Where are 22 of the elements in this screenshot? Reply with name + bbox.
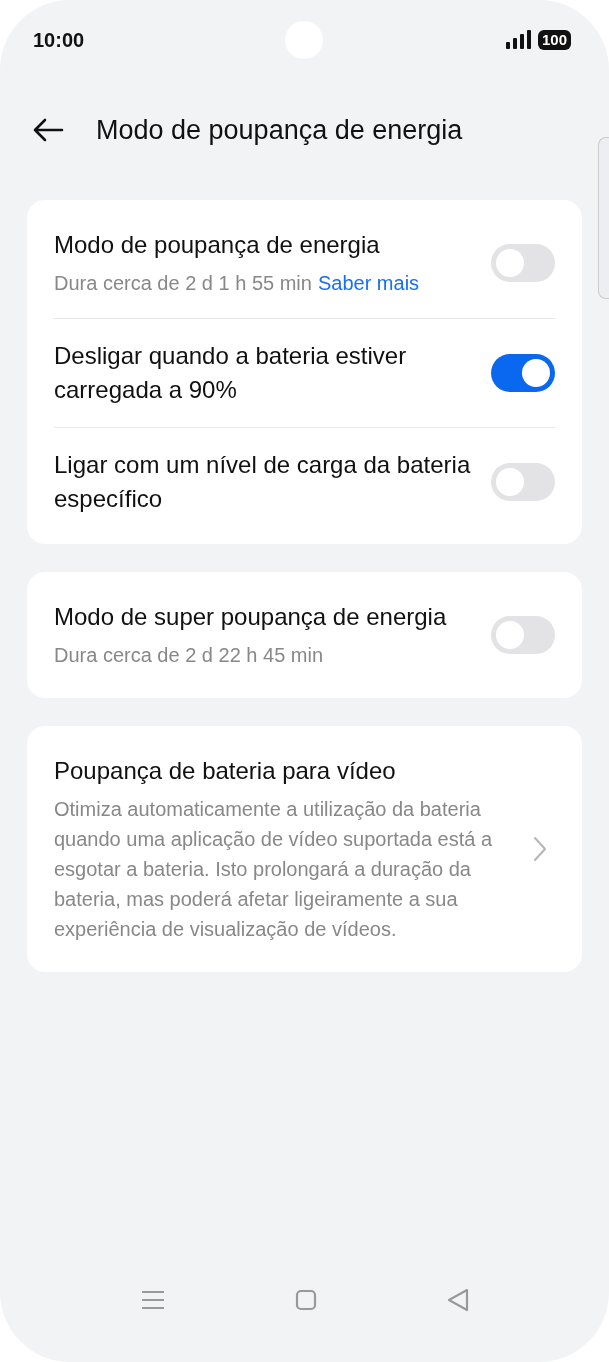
status-time: 10:00 <box>33 28 85 52</box>
setting-title: Desligar quando a bateria estiver carregada a 90% <box>54 341 408 405</box>
back-icon[interactable] <box>32 118 64 142</box>
setting-description: Dura cerca de 2 d 1 h 55 min Saber mais <box>54 271 421 296</box>
setting-title: Modo de super poupança de energia <box>54 602 448 632</box>
setting-title: Poupança de bateria para vídeo <box>54 756 397 786</box>
toggle-switch[interactable] <box>491 463 555 501</box>
page-title: Modo de poupança de energia <box>96 114 463 146</box>
back-nav-icon[interactable] <box>446 1288 469 1312</box>
setting-title: Modo de poupança de energia <box>54 230 381 260</box>
battery-level: 100 <box>537 30 571 50</box>
menu-icon[interactable] <box>140 1290 165 1310</box>
setting-description: Dura cerca de 2 d 22 h 45 min <box>54 643 325 668</box>
toggle-switch[interactable] <box>491 354 555 392</box>
learn-more-link[interactable]: Saber mais <box>317 272 420 294</box>
chevron-icon[interactable] <box>533 836 547 862</box>
toggle-switch[interactable] <box>491 244 555 282</box>
setting-description: Otimiza automaticamente a utilização da bateria quando uma aplicação de vídeo suportada está a esgotar a bateria. Isto prolongará a duração da bateria, mas poderá afetar ligeiramente a sua experiência de visualização de vídeos. <box>54 797 494 942</box>
setting-title: Ligar com um nível de carga da bateria específico <box>54 450 471 514</box>
signal-icon <box>505 30 532 50</box>
toggle-switch[interactable] <box>491 616 555 654</box>
home-icon[interactable] <box>294 1289 317 1311</box>
